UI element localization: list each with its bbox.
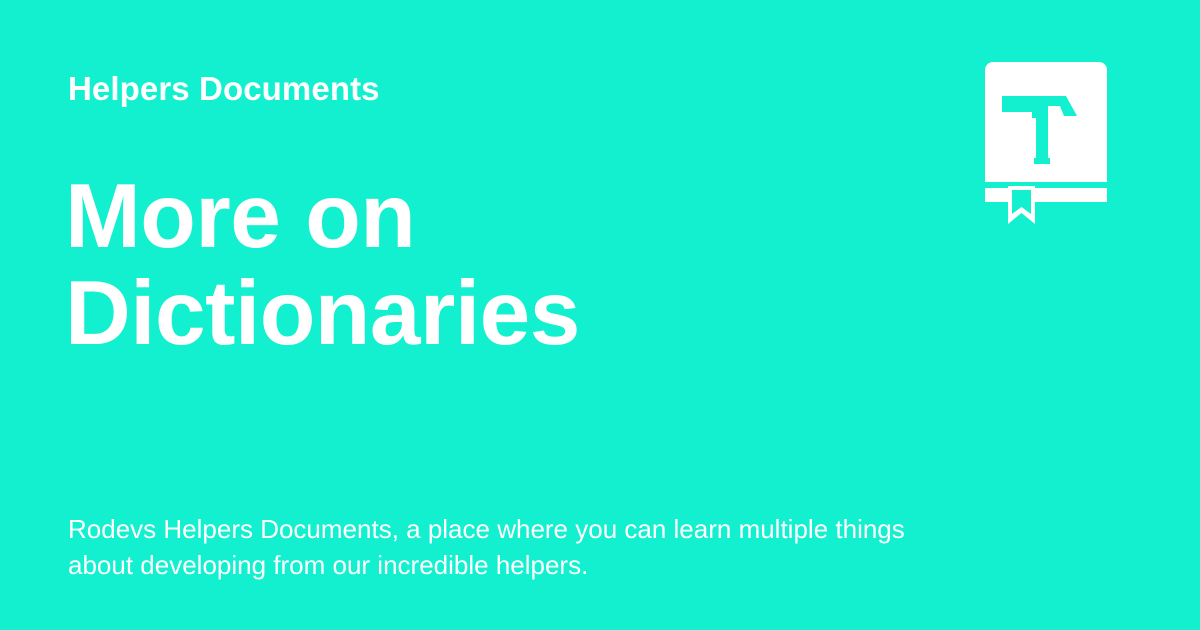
page-title-line-2: Dictionaries — [65, 263, 580, 364]
book-hammer-icon — [984, 62, 1108, 226]
site-name: Helpers Documents — [68, 70, 380, 107]
social-card: Helpers Documents More on Dictionaries R… — [0, 0, 1200, 630]
page-description: Rodevs Helpers Documents, a place where … — [68, 514, 905, 580]
page-title: More on Dictionaries — [65, 168, 885, 362]
page-title-line-1: More on — [65, 166, 416, 267]
